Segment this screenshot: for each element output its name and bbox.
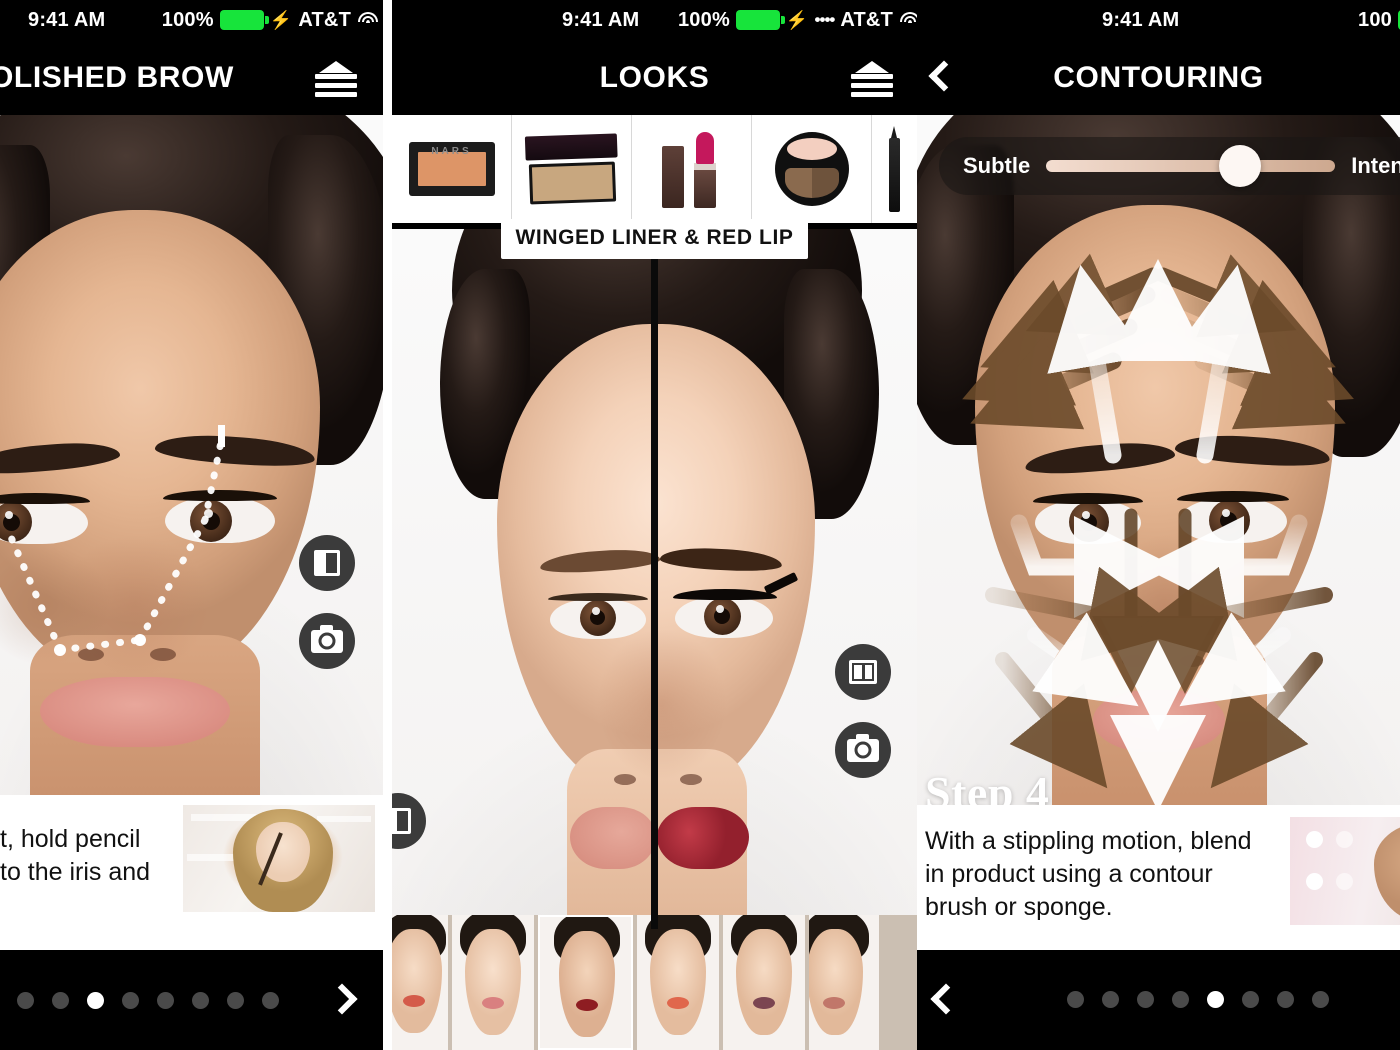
nav-bar-panel3: CONTOURING — [917, 40, 1400, 115]
page-indicator-panel3[interactable] — [1067, 991, 1329, 1008]
product-tile-blush[interactable]: NARS — [392, 115, 512, 223]
carrier-label: AT&T — [298, 8, 351, 31]
status-time: 9:41 AM — [28, 8, 106, 31]
page-title: LOOKS — [599, 60, 710, 94]
product-tile-eyeliner-pencil[interactable] — [872, 115, 917, 223]
product-tile-eyeshadow-duo[interactable] — [752, 115, 872, 223]
camera-button[interactable] — [835, 722, 891, 778]
split-compare-icon — [314, 550, 340, 576]
looks-thumbnail-strip[interactable] — [392, 915, 917, 1050]
contour-guide-face-viewport[interactable]: Subtle Intens Step 4 — [917, 115, 1400, 805]
camera-button[interactable] — [299, 613, 355, 669]
product-carousel[interactable]: NARS — [392, 115, 917, 223]
pro-tip-video-thumbnail[interactable] — [1290, 817, 1400, 925]
battery-icon — [735, 10, 785, 30]
battery-icon — [219, 10, 269, 30]
signal-strength-dots: •••• — [814, 10, 836, 29]
split-compare-icon — [392, 808, 411, 834]
phone-panel-polished-brow: 9:41 AM 100% ⚡ AT&T OLISHED BROW t, hold… — [0, 0, 383, 1050]
charging-bolt-icon: ⚡ — [269, 9, 293, 30]
next-chevron-button[interactable] — [326, 983, 358, 1015]
slider-thumb[interactable] — [1218, 145, 1261, 187]
status-bar-panel2: 9:41 AM 100% ⚡ •••• AT&T — [392, 0, 917, 40]
wifi-icon — [899, 12, 917, 28]
list-item[interactable] — [637, 915, 719, 1050]
page-indicator-panel1[interactable] — [0, 991, 279, 1009]
nav-bar-panel1: OLISHED BROW — [0, 40, 383, 115]
split-compare-icon — [849, 660, 877, 684]
bottom-bar-panel1 — [0, 950, 383, 1050]
brow-guide-face-viewport[interactable] — [0, 115, 383, 795]
before-after-face-viewport[interactable] — [392, 229, 917, 929]
status-bar-panel3: 9:41 AM 100 — [917, 0, 1400, 40]
list-item[interactable] — [538, 915, 633, 1050]
back-chevron-button[interactable] — [930, 983, 962, 1015]
intensity-slider[interactable]: Subtle Intens — [939, 137, 1400, 195]
carrier-label: AT&T — [840, 8, 893, 31]
panel-divider-1 — [383, 0, 392, 1050]
product-tile-contour-palette[interactable] — [512, 115, 632, 223]
list-item[interactable] — [452, 915, 534, 1050]
three-phone-screenshot-collage: 9:41 AM 100% ⚡ AT&T OLISHED BROW t, hold… — [0, 0, 1400, 1050]
battery-percent-label: 100% — [677, 8, 730, 31]
instruction-text: With a stippling motion, blend in produc… — [925, 827, 1252, 921]
status-bar-panel1: 9:41 AM 100% ⚡ AT&T — [0, 0, 383, 40]
product-tile-lipstick[interactable] — [632, 115, 752, 223]
slider-min-label: Subtle — [963, 153, 1031, 178]
phone-panel-contouring: 9:41 AM 100 CONTOURING Subtle Inten Step… — [917, 0, 1400, 1050]
list-item[interactable] — [392, 915, 448, 1050]
nav-bar-panel2: LOOKS — [392, 40, 917, 115]
panel2-action-buttons — [835, 644, 891, 778]
slider-max-label: Intens — [1351, 153, 1400, 178]
status-time: 9:41 AM — [562, 8, 640, 31]
status-time: 9:41 AM — [1102, 8, 1180, 31]
battery-percent-label: 100% — [161, 8, 214, 31]
compare-split-button[interactable] — [299, 535, 355, 591]
list-item[interactable] — [723, 915, 805, 1050]
slider-track[interactable] — [1046, 145, 1336, 187]
phone-panel-looks: 9:41 AM 100% ⚡ •••• AT&T LOOKS NARS WING… — [392, 0, 917, 1050]
page-title: OLISHED BROW — [0, 60, 234, 94]
bottom-bar-panel3 — [917, 950, 1400, 1050]
hamburger-menu-icon[interactable] — [851, 61, 893, 97]
camera-icon — [847, 733, 879, 762]
wifi-icon — [357, 12, 379, 28]
hamburger-menu-icon[interactable] — [315, 61, 357, 97]
charging-bolt-icon: ⚡ — [785, 9, 809, 30]
list-item[interactable] — [809, 915, 879, 1050]
look-name-label: WINGED LINER & RED LIP — [501, 219, 808, 259]
step-label: Step 4 — [925, 767, 1050, 805]
battery-percent-label: 100 — [1358, 8, 1392, 31]
page-title: CONTOURING — [1053, 60, 1264, 94]
camera-icon — [311, 624, 343, 653]
panel1-action-buttons — [299, 535, 355, 669]
instruction-text: t, hold pencil to the iris and — [0, 825, 151, 886]
tutorial-video-thumbnail[interactable] — [183, 805, 375, 912]
compare-split-button[interactable] — [835, 644, 891, 700]
